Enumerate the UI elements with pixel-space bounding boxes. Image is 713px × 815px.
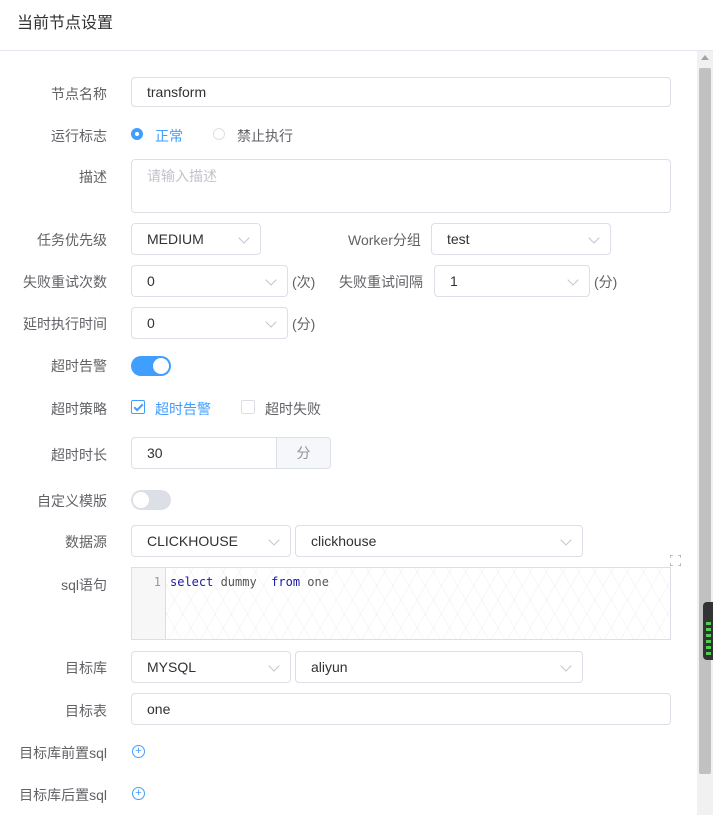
delay-time-select[interactable]: 0 [131,307,288,339]
post-sql-label: 目标库后置sql [19,787,107,803]
checkbox-icon[interactable] [241,400,255,414]
widget-bar [706,640,711,643]
sql-token: dummy [213,575,272,589]
plus-circle-icon[interactable]: + [132,745,145,758]
sql-keyword: from [271,575,301,589]
timeout-alarm-switch[interactable] [131,356,171,376]
sql-label: sql语句 [61,577,107,593]
run-flag-label: 运行标志 [51,128,107,144]
chevron-down-icon [268,534,280,546]
timeout-duration-input[interactable]: 30 [131,437,277,469]
worker-group-label: Worker分组 [348,232,421,248]
widget-bar [706,634,711,637]
worker-group-value: test [447,231,470,247]
custom-template-label: 自定义模版 [37,493,107,509]
widget-bar [706,628,711,631]
widget-bar [706,646,711,649]
chevron-down-icon [567,274,579,286]
radio-selected-icon[interactable] [131,128,143,140]
chevron-down-icon [265,274,277,286]
plus-circle-icon[interactable]: + [132,787,145,800]
chevron-down-icon [588,232,600,244]
node-name-input[interactable]: transform [131,77,671,107]
custom-template-switch[interactable] [131,490,171,510]
datasource-type-value: CLICKHOUSE [147,533,239,549]
timeout-strategy-alarm-option[interactable]: 超时告警 [155,399,211,419]
sql-keyword: select [170,575,214,589]
side-widget[interactable] [703,602,713,660]
chevron-down-icon [265,316,277,328]
sql-token: one [300,575,329,589]
panel-header: 当前节点设置 [0,0,713,51]
widget-bar [706,622,711,625]
delay-time-unit: (分) [292,316,316,332]
timeout-strategy-fail-option[interactable]: 超时失败 [265,399,321,419]
target-db-label: 目标库 [65,660,107,676]
sql-line-number: 1 [153,575,161,589]
retry-interval-unit: (分) [594,274,618,290]
scrollbar-thumb[interactable] [699,68,711,774]
description-textarea[interactable]: 请输入描述 [131,159,671,213]
run-flag-forbidden-option[interactable]: 禁止执行 [237,126,293,146]
chevron-down-icon [560,534,572,546]
sql-gutter: 1 [132,568,166,639]
target-table-input[interactable]: one [131,693,671,725]
retry-interval-select[interactable]: 1 [434,265,590,297]
datasource-name-value: clickhouse [311,533,377,549]
target-db-name-value: aliyun [311,659,348,675]
form-body: 节点名称 transform 运行标志 正常 禁止执行 描述 请输入描述 任务优… [0,51,697,815]
target-db-type-value: MYSQL [147,659,197,675]
checkbox-checked-icon[interactable] [131,400,145,414]
target-table-label: 目标表 [65,703,107,719]
description-label: 描述 [79,169,107,185]
retry-times-unit: (次) [292,274,316,290]
run-flag-normal-option[interactable]: 正常 [155,126,183,146]
target-db-name-select[interactable]: aliyun [295,651,583,683]
switch-knob [153,358,169,374]
timeout-alarm-label: 超时告警 [51,358,107,374]
retry-interval-label: 失败重试间隔 [339,274,423,290]
datasource-type-select[interactable]: CLICKHOUSE [131,525,291,557]
scroll-up-arrow-icon[interactable] [701,55,709,60]
radio-icon[interactable] [213,128,225,140]
page-title: 当前节点设置 [17,15,114,32]
chevron-down-icon [238,232,250,244]
timeout-strategy-label: 超时策略 [51,401,107,417]
retry-times-select[interactable]: 0 [131,265,288,297]
node-name-label: 节点名称 [51,86,107,102]
sql-editor[interactable]: 1 select dummy from one [131,567,671,640]
datasource-label: 数据源 [65,534,107,550]
retry-times-label: 失败重试次数 [23,274,107,290]
fullscreen-icon[interactable] [670,555,681,566]
sql-code-line: select dummy from one [170,575,329,589]
retry-interval-value: 1 [450,273,458,289]
worker-group-select[interactable]: test [431,223,611,255]
target-db-type-select[interactable]: MYSQL [131,651,291,683]
switch-knob [133,492,149,508]
pre-sql-label: 目标库前置sql [19,745,107,761]
datasource-name-select[interactable]: clickhouse [295,525,583,557]
priority-value: MEDIUM [147,231,204,247]
priority-select[interactable]: MEDIUM [131,223,261,255]
chevron-down-icon [560,660,572,672]
retry-times-value: 0 [147,273,155,289]
priority-label: 任务优先级 [37,232,107,248]
delay-time-value: 0 [147,315,155,331]
chevron-down-icon [268,660,280,672]
timeout-duration-unit: 分 [277,437,331,469]
delay-time-label: 延时执行时间 [23,316,107,332]
timeout-duration-label: 超时时长 [51,447,107,463]
widget-bar [706,652,711,655]
